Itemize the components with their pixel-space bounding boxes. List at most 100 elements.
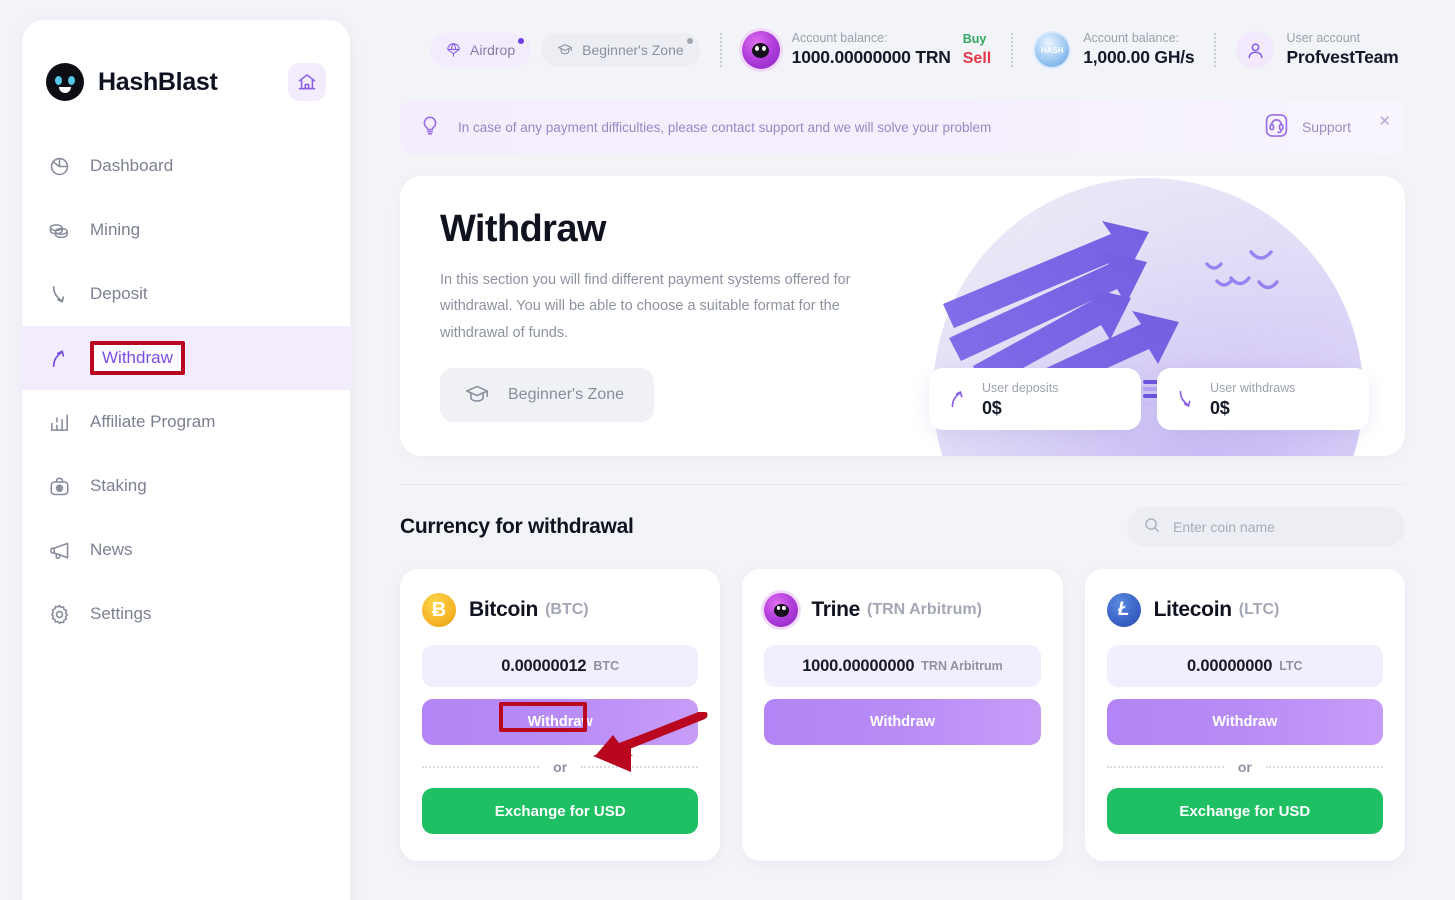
megaphone-icon bbox=[46, 537, 72, 563]
coin-name: Bitcoin bbox=[469, 598, 539, 621]
coin-search[interactable] bbox=[1127, 507, 1405, 547]
beginners-zone-button[interactable]: Beginner's Zone bbox=[440, 368, 655, 423]
or-separator: or bbox=[1106, 759, 1383, 775]
topbar: Airdrop Beginner's Zone Account balance:… bbox=[350, 0, 1455, 100]
stat-user-deposits: User deposits 0$ bbox=[929, 368, 1141, 430]
coin-card-litecoin: Ł Litecoin (LTC) 0.00000000 LTC Withdraw… bbox=[1084, 569, 1405, 861]
user-account-label: User account bbox=[1286, 30, 1361, 45]
withdraw-button[interactable]: Withdraw bbox=[1106, 699, 1383, 745]
main-content: In case of any payment difficulties, ple… bbox=[350, 100, 1455, 900]
close-icon[interactable]: ✕ bbox=[1378, 112, 1391, 130]
sidebar-item-label: Settings bbox=[90, 604, 152, 623]
airdrop-chip-label: Airdrop bbox=[470, 42, 516, 58]
sidebar-item-label: Deposit bbox=[90, 284, 148, 303]
coin-balance: 1000.00000000 TRN Arbitrum bbox=[764, 645, 1041, 687]
buy-link[interactable]: Buy bbox=[963, 31, 991, 48]
sidebar-item-dashboard[interactable]: Dashboard bbox=[22, 134, 350, 198]
lightbulb-icon bbox=[418, 113, 442, 142]
airdrop-badge-dot bbox=[518, 38, 525, 44]
withdraw-button[interactable]: Withdraw bbox=[422, 699, 699, 745]
sidebar-item-label: Dashboard bbox=[90, 156, 174, 175]
or-separator: or bbox=[422, 759, 699, 775]
sell-link[interactable]: Sell bbox=[963, 48, 991, 70]
trn-balance: Account balance: 1000.00000000 TRN Buy S… bbox=[741, 31, 991, 70]
arrow-up-curve-icon bbox=[46, 345, 72, 371]
stat-value: 0$ bbox=[1210, 397, 1230, 418]
gear-icon bbox=[46, 601, 72, 627]
sidebar-item-mining[interactable]: Mining bbox=[22, 198, 350, 262]
exchange-for-usd-button[interactable]: Exchange for USD bbox=[422, 788, 699, 834]
coin-balance-currency: BTC bbox=[593, 659, 620, 673]
hash-balance-label: Account balance: bbox=[1083, 30, 1180, 45]
sidebar-item-deposit[interactable]: Deposit bbox=[22, 262, 350, 326]
coin-balance-amount: 0.00000012 bbox=[501, 656, 587, 675]
bar-chart-icon bbox=[46, 409, 72, 435]
parachute-icon bbox=[446, 42, 461, 58]
coin-cards: Ƀ Bitcoin (BTC) 0.00000012 BTC Withdraw … bbox=[400, 569, 1405, 861]
sidebar-item-label: Affiliate Program bbox=[90, 412, 216, 431]
stat-user-withdraws: User withdraws 0$ bbox=[1157, 368, 1369, 430]
cat-logo-icon bbox=[46, 63, 84, 101]
sidebar-nav: Dashboard Mining Deposit Withdraw Affili… bbox=[22, 134, 350, 646]
hero-description: In this section you will find different … bbox=[440, 272, 851, 341]
card-header: Ƀ Bitcoin (BTC) bbox=[422, 593, 698, 627]
divider bbox=[1214, 33, 1217, 67]
sidebar-item-news[interactable]: News bbox=[22, 518, 350, 582]
coin-balance: 0.00000012 BTC bbox=[422, 645, 699, 687]
trine-icon bbox=[764, 593, 799, 627]
briefcase-dollar-icon bbox=[46, 473, 72, 499]
exchange-for-usd-button[interactable]: Exchange for USD bbox=[1106, 788, 1383, 834]
stat-label: User withdraws bbox=[1210, 380, 1296, 395]
coin-ticker: (BTC) bbox=[545, 601, 589, 618]
coin-name: Litecoin bbox=[1153, 598, 1232, 621]
hero-illustration: User deposits 0$ User withdraws 0$ bbox=[921, 176, 1371, 456]
sidebar-item-settings[interactable]: Settings bbox=[22, 582, 350, 646]
coin-name: Trine bbox=[811, 598, 861, 621]
withdraw-button[interactable]: Withdraw bbox=[764, 699, 1041, 745]
withdraw-hero: Withdraw In this section you will find d… bbox=[400, 176, 1405, 456]
hash-coin-icon: HASH bbox=[1033, 31, 1072, 69]
user-account[interactable]: User account ProfvestTeam bbox=[1236, 30, 1399, 69]
coin-card-trine: Trine (TRN Arbitrum) 1000.00000000 TRN A… bbox=[742, 569, 1063, 861]
pie-chart-icon bbox=[46, 153, 72, 179]
sidebar-item-label: Mining bbox=[90, 220, 141, 239]
hero-text-block: Withdraw In this section you will find d… bbox=[400, 176, 870, 423]
coin-balance: 0.00000000 LTC bbox=[1106, 645, 1383, 687]
sidebar-item-affiliate-program[interactable]: Affiliate Program bbox=[22, 390, 350, 454]
sidebar-item-withdraw[interactable]: Withdraw bbox=[22, 326, 350, 390]
trn-balance-value: 1000.00000000 TRN bbox=[791, 47, 951, 68]
coin-ticker: (TRN Arbitrum) bbox=[867, 601, 982, 618]
beginners-zone-button-label: Beginner's Zone bbox=[508, 386, 625, 404]
beginners-zone-chip-label: Beginner's Zone bbox=[582, 42, 684, 58]
brand-header: HashBlast bbox=[22, 20, 350, 116]
coins-icon bbox=[46, 217, 72, 243]
user-avatar-icon bbox=[1236, 31, 1275, 69]
coin-ticker: (LTC) bbox=[1238, 601, 1280, 618]
airdrop-chip[interactable]: Airdrop bbox=[430, 33, 532, 67]
brand-name: HashBlast bbox=[98, 67, 218, 96]
sidebar-item-staking[interactable]: Staking bbox=[22, 454, 350, 518]
user-account-name: ProfvestTeam bbox=[1286, 47, 1399, 68]
coin-card-bitcoin: Ƀ Bitcoin (BTC) 0.00000012 BTC Withdraw … bbox=[400, 569, 721, 861]
or-label: or bbox=[1237, 759, 1252, 775]
graduation-cap-icon bbox=[464, 382, 490, 408]
search-input[interactable] bbox=[1173, 519, 1389, 535]
divider bbox=[1011, 33, 1014, 67]
coin-balance-amount: 1000.00000000 bbox=[802, 656, 915, 675]
headset-icon bbox=[1263, 112, 1290, 142]
bitcoin-icon: Ƀ bbox=[422, 593, 456, 627]
sidebar-item-label: Staking bbox=[90, 476, 147, 495]
app-root: HashBlast Dashboard Mining Deposit Withd… bbox=[0, 0, 1455, 900]
arrow-down-curve-icon bbox=[1175, 388, 1197, 410]
support-button[interactable]: Support bbox=[1251, 112, 1351, 142]
zone-badge-dot bbox=[686, 38, 693, 44]
sidebar-item-label: News bbox=[90, 540, 133, 559]
coin-balance-currency: TRN Arbitrum bbox=[921, 659, 1003, 673]
litecoin-icon: Ł bbox=[1106, 593, 1141, 627]
card-header: Ł Litecoin (LTC) bbox=[1106, 593, 1383, 627]
beginners-zone-chip[interactable]: Beginner's Zone bbox=[541, 33, 700, 67]
stat-value: 0$ bbox=[982, 397, 1002, 418]
arrow-up-curve-icon bbox=[947, 388, 969, 410]
home-icon[interactable] bbox=[288, 63, 326, 101]
hash-icon-text: HASH bbox=[1040, 45, 1064, 55]
